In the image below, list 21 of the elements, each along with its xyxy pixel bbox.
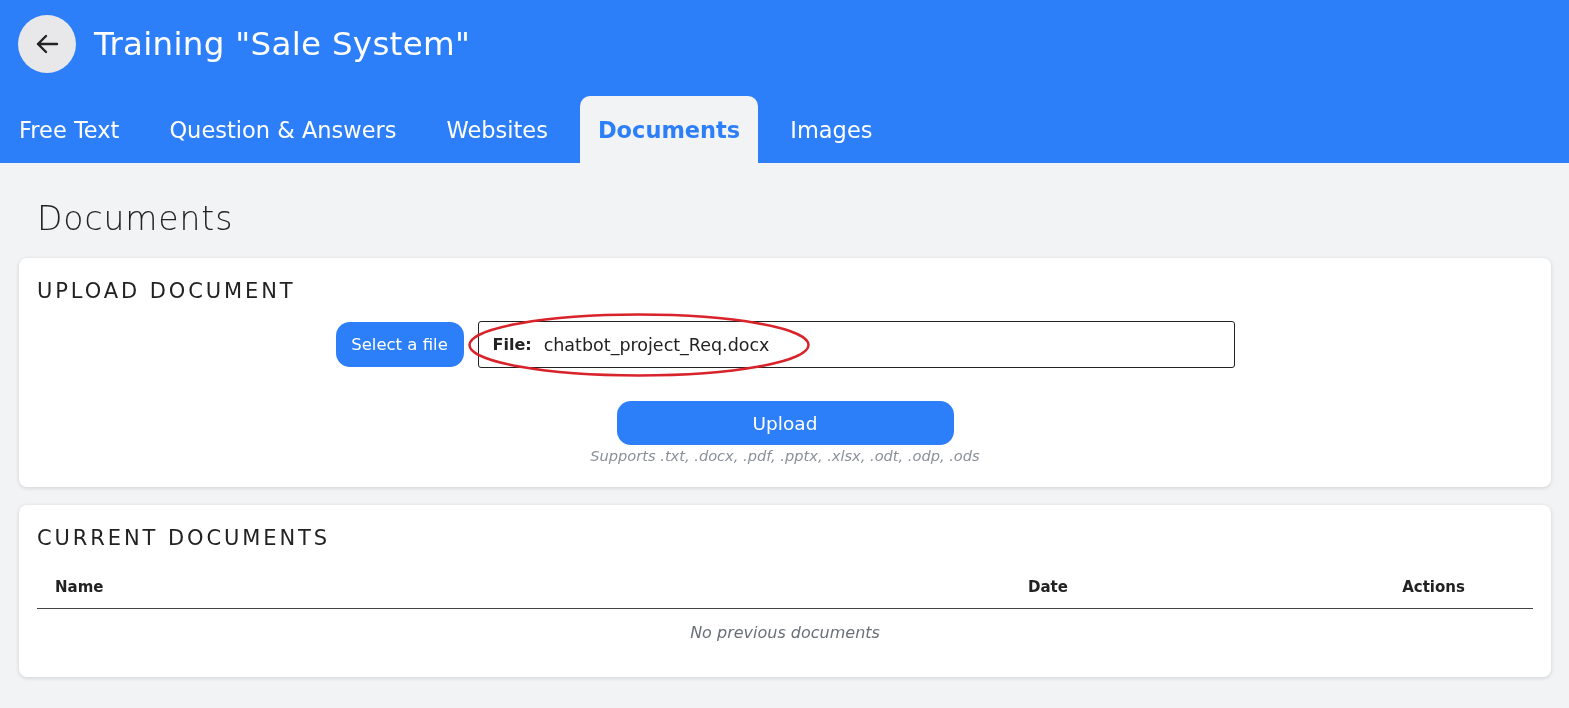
page-header-title: Training "Sale System" (94, 25, 471, 63)
tab[interactable]: Websites (428, 96, 566, 163)
select-file-button[interactable]: Select a file (335, 322, 464, 367)
file-name: chatbot_project_Req.docx (543, 334, 770, 355)
card-heading: UPLOAD DOCUMENT (37, 278, 296, 304)
column-header: Date (1028, 577, 1068, 596)
tab[interactable]: Question & Answers (151, 96, 415, 163)
back-arrow-icon (35, 34, 59, 54)
column-header: Name (55, 577, 104, 596)
tab[interactable]: Images (772, 96, 891, 163)
supported-formats-hint: Supports .txt, .docx, .pdf, .pptx, .xlsx, .odt, .odp, .ods (590, 447, 980, 465)
card-heading: CURRENT DOCUMENTS (37, 525, 330, 551)
tab[interactable]: Documents (579, 96, 759, 163)
column-header: Actions (1402, 577, 1465, 596)
section-title: Documents (37, 199, 234, 239)
field-label: File: (492, 335, 532, 354)
back-button[interactable] (18, 15, 76, 73)
file-field[interactable]: File: chatbot_project_Req.docx (477, 321, 1235, 368)
upload-button[interactable]: Upload (616, 401, 954, 445)
empty-table-message: No previous documents (690, 623, 880, 643)
tab[interactable]: Free Text (1, 96, 138, 163)
